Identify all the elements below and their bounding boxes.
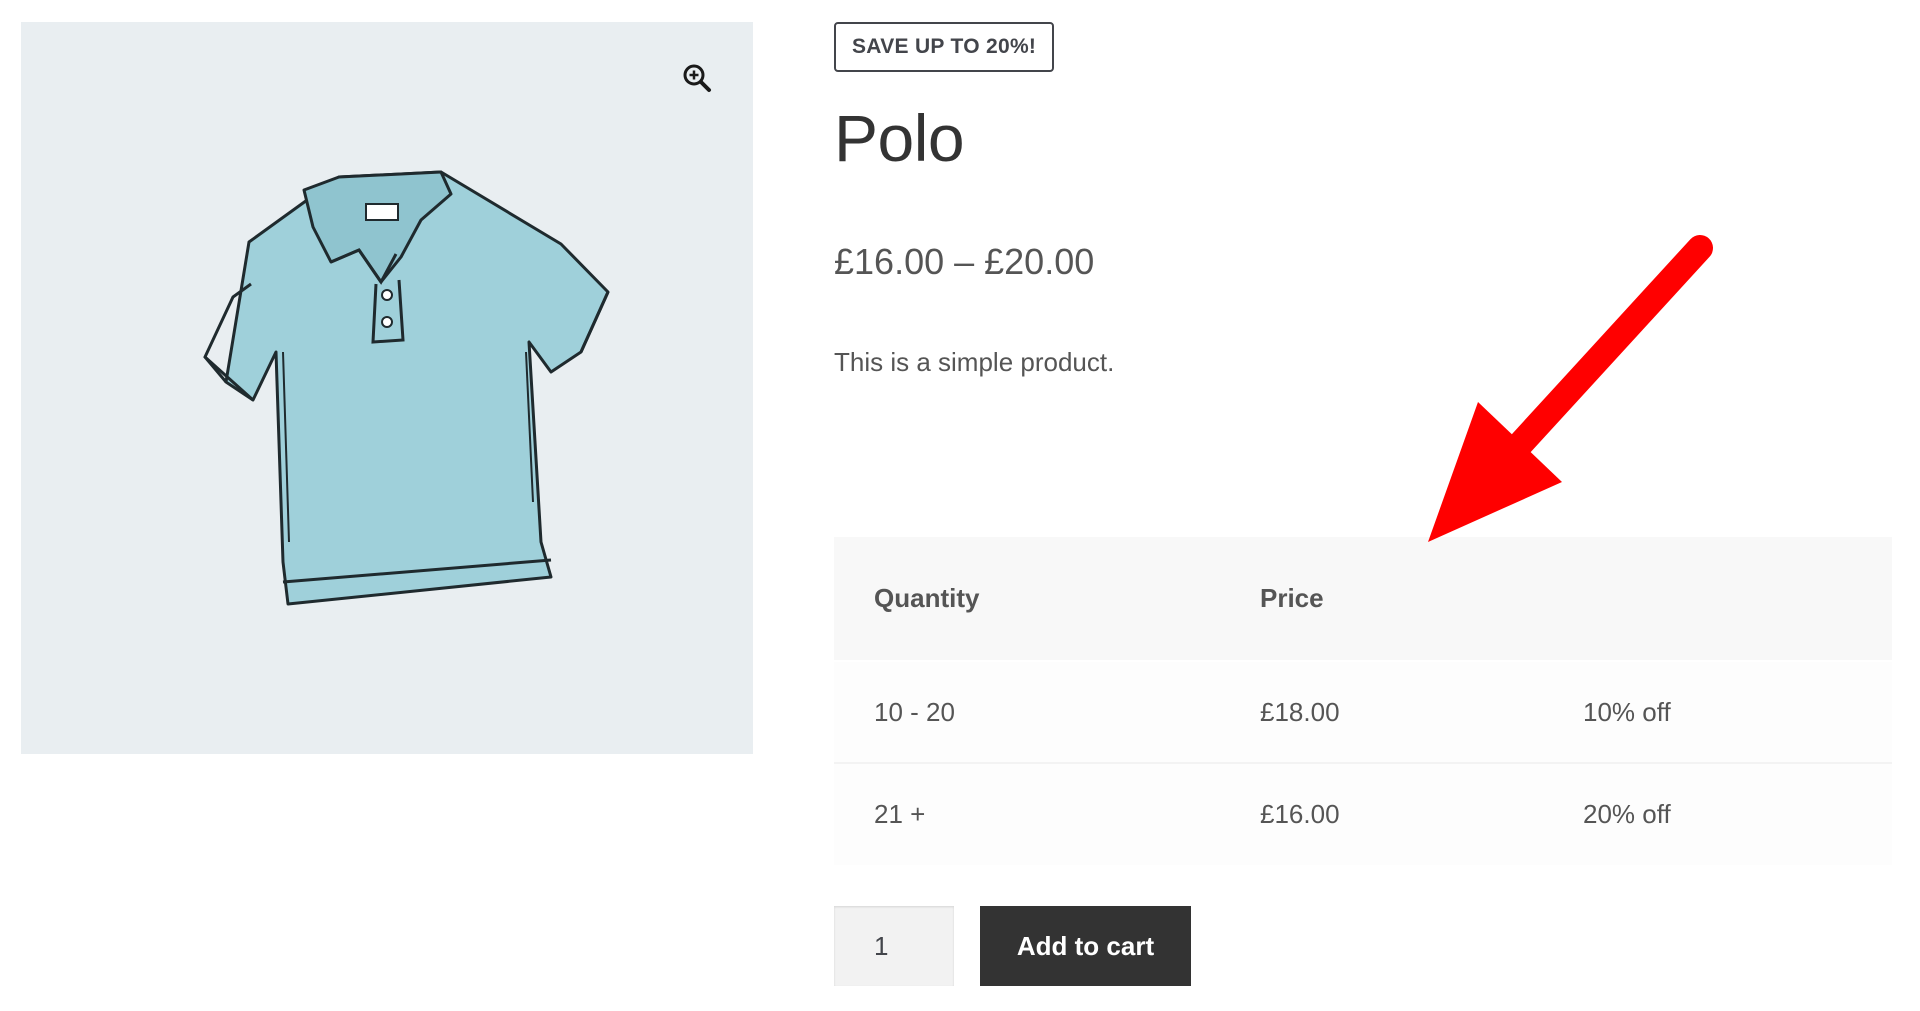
header-quantity: Quantity xyxy=(874,583,980,613)
add-to-cart-form: Add to cart xyxy=(834,906,1191,986)
polo-shirt-image xyxy=(203,170,610,606)
tier-quantity: 21 + xyxy=(834,762,1220,865)
add-to-cart-button[interactable]: Add to cart xyxy=(980,906,1191,986)
product-gallery xyxy=(21,22,753,754)
zoom-button[interactable] xyxy=(677,58,717,98)
table-row: 10 - 20 £18.00 10% off xyxy=(834,660,1892,763)
table-row: 21 + £16.00 20% off xyxy=(834,762,1892,865)
quantity-input[interactable] xyxy=(834,906,954,986)
tier-discount: 20% off xyxy=(1543,762,1892,865)
pricing-table: Quantity Price 10 - 20 £18.00 10% off 21… xyxy=(834,537,1892,865)
product-title: Polo xyxy=(834,101,965,175)
product-page: SAVE UP TO 20%! Polo £16.00 – £20.00 Thi… xyxy=(0,0,1920,1011)
tier-quantity: 10 - 20 xyxy=(834,660,1220,763)
tier-price: £18.00 xyxy=(1220,660,1543,763)
tier-price: £16.00 xyxy=(1220,762,1543,865)
annotation-arrow-icon xyxy=(1428,235,1713,542)
zoom-in-icon xyxy=(683,64,711,92)
sale-badge: SAVE UP TO 20%! xyxy=(834,22,1055,72)
tier-discount: 10% off xyxy=(1543,660,1892,763)
